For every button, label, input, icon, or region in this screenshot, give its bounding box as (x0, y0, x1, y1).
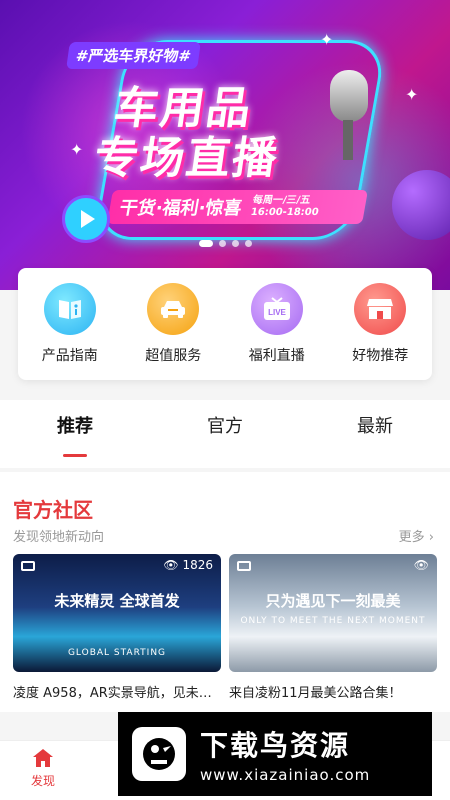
banner-schedule: 每周一/三/五 16:00-18:00 (250, 195, 322, 219)
section-subtitle: 发现领地新动向 (13, 530, 105, 545)
quick-action-value-service[interactable]: 超值服务 (128, 283, 218, 365)
bird-logo-icon (132, 727, 186, 781)
microphone-stand (343, 120, 353, 160)
home-icon (33, 749, 53, 767)
view-count-value: 1826 (182, 558, 213, 572)
carousel-dot-active[interactable] (198, 240, 213, 247)
quick-action-label: 好物推荐 (352, 348, 409, 364)
official-community-section: 官方社区 发现领地新动向 更多 › 👁 1826 未来精灵 全球首发 GLOBA… (0, 472, 450, 712)
video-thumbnail[interactable]: 👁 1826 未来精灵 全球首发 GLOBAL STARTING (13, 554, 221, 672)
content-tabs: 推荐 官方 最新 (0, 400, 450, 468)
watermark-title: 下载鸟资源 (200, 729, 351, 762)
card-caption: 凌度 A958，AR实景导航，见未… (13, 686, 212, 701)
banner-title-line2: 专场直播 (90, 133, 282, 184)
quick-action-label: 福利直播 (248, 348, 305, 364)
quick-action-recommend[interactable]: 好物推荐 (335, 283, 425, 365)
video-camera-icon (237, 561, 251, 571)
video-camera-icon (21, 561, 35, 571)
car-icon (147, 283, 200, 335)
view-count: 👁 (414, 558, 429, 572)
community-card[interactable]: 👁 只为遇见下一刻最美 ONLY TO MEET THE NEXT MOMENT… (229, 554, 437, 701)
live-icon-text: LIVE (268, 308, 286, 317)
banner-subtitle: 干货·福利·惊喜 (117, 198, 244, 219)
store-icon (354, 283, 407, 335)
nav-label: 发现 (30, 774, 55, 788)
banner-carousel[interactable]: ✦ ✦ ✦ #严选车界好物# 车用品 专场直播 干货·福利·惊喜 每周一/三/五… (0, 0, 450, 290)
tab-label: 推荐 (57, 415, 93, 437)
tab-recommend[interactable]: 推荐 (0, 400, 150, 468)
tab-label: 官方 (207, 415, 243, 437)
sparkle-icon: ✦ (320, 30, 334, 49)
quick-action-label: 产品指南 (41, 348, 98, 364)
play-icon[interactable] (62, 195, 110, 243)
tab-latest[interactable]: 最新 (300, 400, 450, 468)
sparkle-icon: ✦ (405, 85, 419, 104)
microphone-icon (330, 70, 368, 122)
eye-icon: 👁 (163, 558, 179, 572)
thumbnail-headline-en: GLOBAL STARTING (67, 648, 167, 658)
live-tv-icon: LIVE (250, 283, 303, 335)
carousel-dot[interactable] (244, 240, 252, 247)
community-card[interactable]: 👁 1826 未来精灵 全球首发 GLOBAL STARTING 凌度 A958… (13, 554, 221, 701)
carousel-dot[interactable] (231, 240, 239, 247)
banner-schedule-time: 16:00-18:00 (249, 207, 320, 218)
card-caption: 来自凌粉11月最美公路合集！ (229, 686, 402, 701)
banner-schedule-days: 每周一/三/五 (251, 195, 312, 206)
watermark-url: www.xiazainiao.com (200, 766, 371, 784)
thumbnail-headline-en: ONLY TO MEET THE NEXT MOMENT (240, 616, 426, 626)
tab-official[interactable]: 官方 (150, 400, 300, 468)
book-info-icon (43, 283, 96, 335)
quick-actions-card: 产品指南 超值服务 LIVE 福利直播 好物推荐 (18, 268, 432, 380)
watermark-text: 下载鸟资源 www.xiazainiao.com (200, 724, 370, 784)
quick-action-label: 超值服务 (145, 348, 202, 364)
thumbnail-headline: 只为遇见下一刻最美 (265, 592, 401, 610)
nav-discover[interactable]: 发现 (18, 747, 68, 789)
carousel-indicator (0, 240, 450, 247)
tab-label: 最新 (357, 415, 393, 437)
quick-action-live[interactable]: LIVE 福利直播 (232, 283, 322, 365)
section-title: 官方社区 (13, 498, 93, 522)
tab-active-indicator (63, 453, 87, 457)
banner-subtitle-bar: 干货·福利·惊喜 每周一/三/五 16:00-18:00 (107, 190, 368, 224)
sparkle-icon: ✦ (70, 140, 84, 159)
thumbnail-headline: 未来精灵 全球首发 (54, 592, 180, 610)
banner-tag: #严选车界好物# (66, 42, 202, 69)
carousel-dot[interactable] (218, 240, 226, 247)
video-thumbnail[interactable]: 👁 只为遇见下一刻最美 ONLY TO MEET THE NEXT MOMENT (229, 554, 437, 672)
chevron-right-icon: › (428, 530, 434, 545)
quick-action-product-guide[interactable]: 产品指南 (25, 283, 115, 365)
more-label: 更多 (398, 530, 425, 545)
watermark: 下载鸟资源 www.xiazainiao.com (118, 712, 432, 796)
eye-icon: 👁 (413, 558, 429, 572)
more-link[interactable]: 更多 › (399, 526, 434, 545)
view-count: 👁 1826 (163, 558, 213, 572)
